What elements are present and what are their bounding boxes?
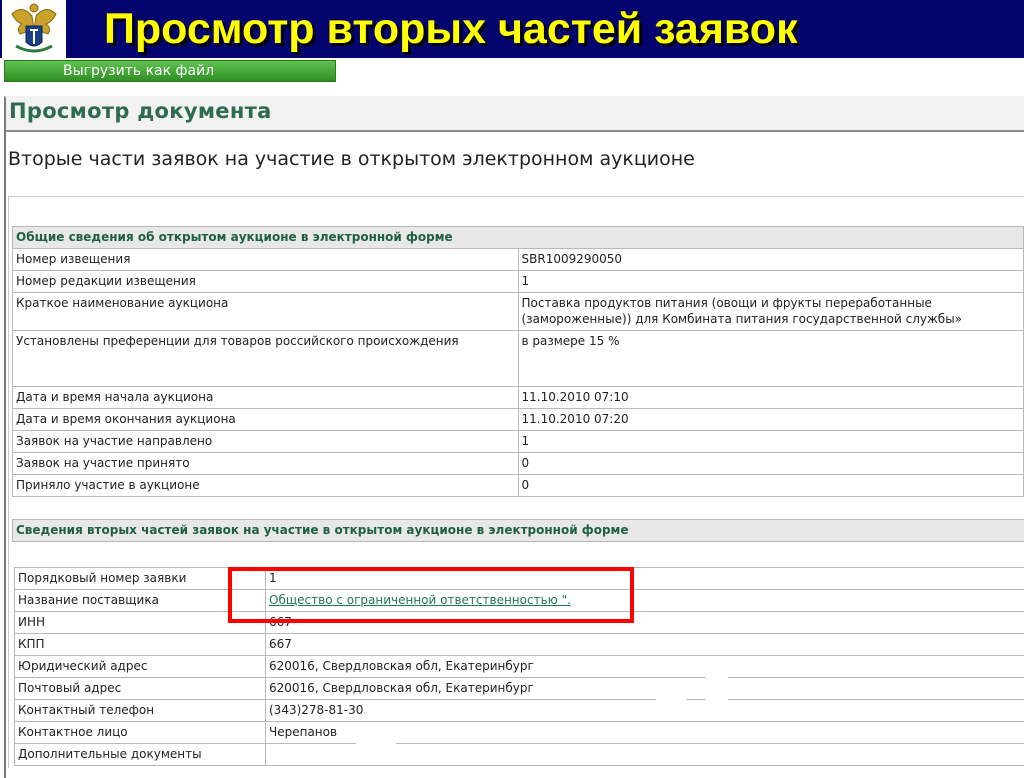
table-row: Установлены преференции для товаров росс… bbox=[13, 331, 1024, 387]
row-value: 0 bbox=[518, 475, 1024, 497]
row-label: Дополнительные документы bbox=[15, 744, 266, 766]
row-label: Заявок на участие принято bbox=[13, 453, 519, 475]
row-value: 620016, Свердловская обл, Екатеринбург bbox=[266, 656, 1024, 678]
row-value: (343)278-81-30 bbox=[266, 700, 1024, 722]
redaction-mask bbox=[656, 682, 686, 700]
row-value: 11.10.2010 07:10 bbox=[518, 387, 1024, 409]
section-header-row: Сведения вторых частей заявок на участие… bbox=[13, 520, 1024, 542]
export-file-button[interactable]: Выгрузить как файл bbox=[4, 60, 336, 82]
row-label: Дата и время окончания аукциона bbox=[13, 409, 519, 431]
row-label: Контактное лицо bbox=[15, 722, 266, 744]
table-row: Заявок на участие направлено 1 bbox=[13, 431, 1024, 453]
section-heading: Сведения вторых частей заявок на участие… bbox=[13, 520, 1024, 542]
second-parts-heading-table: Сведения вторых частей заявок на участие… bbox=[12, 519, 1024, 542]
row-value: 667 bbox=[266, 634, 1024, 656]
row-label: Номер извещения bbox=[13, 249, 519, 271]
table-row: Юридический адрес 620016, Свердловская о… bbox=[15, 656, 1024, 678]
section-header-row: Общие сведения об открытом аукционе в эл… bbox=[13, 227, 1024, 249]
table-row: Краткое наименование аукциона Поставка п… bbox=[13, 293, 1024, 331]
row-value: Поставка продуктов питания (овощи и фрук… bbox=[518, 293, 1024, 331]
row-label: Краткое наименование аукциона bbox=[13, 293, 519, 331]
document-header-label: Просмотр документа bbox=[9, 99, 272, 123]
row-label: Юридический адрес bbox=[15, 656, 266, 678]
table-row: Дата и время окончания аукциона 11.10.20… bbox=[13, 409, 1024, 431]
row-value: 1 bbox=[518, 271, 1024, 293]
row-label: Дата и время начала аукциона bbox=[13, 387, 519, 409]
section-heading: Общие сведения об открытом аукционе в эл… bbox=[13, 227, 1024, 249]
emblem-icon bbox=[2, 0, 66, 58]
table-row: Почтовый адрес 620016, Свердловская обл,… bbox=[15, 678, 1024, 700]
highlight-box bbox=[228, 567, 634, 623]
table-row: Контактное лицо Черепанов bbox=[15, 722, 1024, 744]
title-banner: Просмотр вторых частей заявок bbox=[0, 0, 1024, 58]
divider bbox=[8, 196, 9, 768]
row-label: Контактный телефон bbox=[15, 700, 266, 722]
table-row: Приняло участие в аукционе 0 bbox=[13, 475, 1024, 497]
table-row: Заявок на участие принято 0 bbox=[13, 453, 1024, 475]
redaction-mask bbox=[706, 660, 728, 700]
redaction-mask bbox=[356, 727, 396, 747]
document-title: Вторые части заявок на участие в открыто… bbox=[8, 148, 695, 170]
row-value: SBR1009290050 bbox=[518, 249, 1024, 271]
general-info-table: Общие сведения об открытом аукционе в эл… bbox=[12, 226, 1024, 497]
table-row: Дополнительные документы bbox=[15, 744, 1024, 766]
row-label: Почтовый адрес bbox=[15, 678, 266, 700]
row-value: в размере 15 % bbox=[518, 331, 1024, 387]
row-value: 1 bbox=[518, 431, 1024, 453]
row-value: 620016, Свердловская обл, Екатеринбург bbox=[266, 678, 1024, 700]
divider bbox=[8, 196, 1024, 197]
row-label: Номер редакции извещения bbox=[13, 271, 519, 293]
row-label: КПП bbox=[15, 634, 266, 656]
page-title: Просмотр вторых частей заявок bbox=[104, 2, 798, 56]
row-value: 0 bbox=[518, 453, 1024, 475]
row-label: Установлены преференции для товаров росс… bbox=[13, 331, 519, 387]
table-row: Контактный телефон (343)278-81-30 bbox=[15, 700, 1024, 722]
table-row: Номер редакции извещения 1 bbox=[13, 271, 1024, 293]
row-label: Заявок на участие направлено bbox=[13, 431, 519, 453]
table-row: Дата и время начала аукциона 11.10.2010 … bbox=[13, 387, 1024, 409]
row-value: 11.10.2010 07:20 bbox=[518, 409, 1024, 431]
table-row: Номер извещения SBR1009290050 bbox=[13, 249, 1024, 271]
table-row: КПП 667 bbox=[15, 634, 1024, 656]
document-header: Просмотр документа bbox=[6, 96, 1024, 132]
row-label: Приняло участие в аукционе bbox=[13, 475, 519, 497]
